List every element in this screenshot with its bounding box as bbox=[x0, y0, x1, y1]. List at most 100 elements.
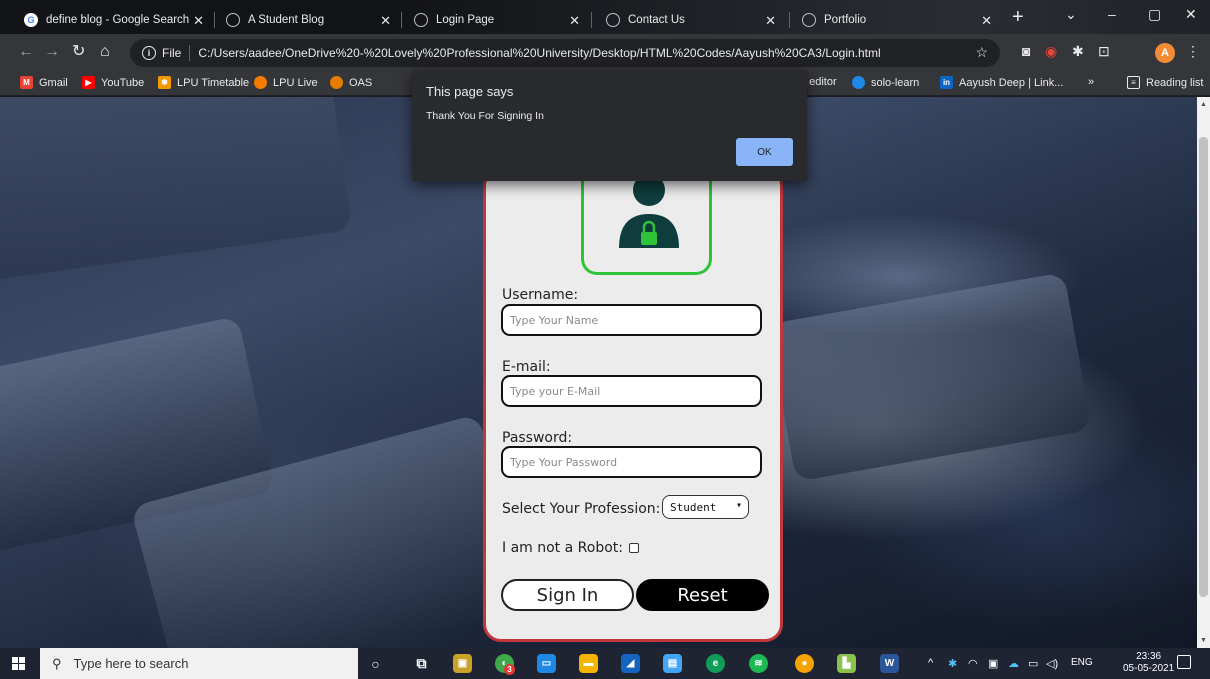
password-input[interactable] bbox=[501, 446, 762, 478]
cast-icon[interactable]: ⊡ bbox=[1098, 43, 1110, 60]
taskbar-search-placeholder: Type here to search bbox=[73, 656, 189, 671]
bookmark-label: Aayush Deep | Link... bbox=[959, 76, 1064, 89]
profile-avatar[interactable]: A bbox=[1155, 43, 1175, 63]
bookmark-lpu-timetable[interactable]: ✱ LPU Timetable bbox=[158, 76, 249, 89]
spotify-icon[interactable]: ≋ bbox=[749, 654, 768, 673]
windows-start-icon[interactable] bbox=[12, 657, 25, 670]
bookmark-star-icon[interactable]: ☆ bbox=[975, 44, 988, 61]
profession-select[interactable]: Student ▾ bbox=[662, 495, 749, 519]
tab-title: A Student Blog bbox=[248, 14, 325, 26]
taskbar-search[interactable]: ⚲ Type here to search bbox=[40, 648, 358, 679]
store-icon[interactable]: ▣ bbox=[453, 654, 472, 673]
tab-login-page[interactable]: Login Page ✕ bbox=[404, 6, 590, 34]
linkedin-icon: in bbox=[940, 76, 953, 89]
more-bookmarks-label: » bbox=[1088, 76, 1095, 88]
tray-chevron-icon[interactable]: ^ bbox=[928, 657, 933, 669]
dialog-ok-button[interactable]: OK bbox=[736, 138, 793, 166]
bookmark-linkedin[interactable]: in Aayush Deep | Link... bbox=[940, 76, 1063, 89]
minimize-icon[interactable]: – bbox=[1108, 6, 1116, 22]
close-icon[interactable]: ✕ bbox=[569, 13, 580, 29]
username-input[interactable] bbox=[501, 304, 762, 336]
app-icon[interactable]: ◢ bbox=[621, 654, 640, 673]
notification-badge: 3 bbox=[504, 664, 515, 675]
user-lock-icon bbox=[619, 174, 679, 248]
bluetooth-icon[interactable]: ✱ bbox=[948, 657, 957, 670]
new-tab-icon[interactable]: + bbox=[1012, 7, 1024, 27]
word-icon[interactable]: W bbox=[880, 654, 899, 673]
close-icon[interactable]: ✕ bbox=[380, 13, 391, 29]
extension-icon[interactable]: ◉ bbox=[1045, 43, 1057, 60]
extensions-puzzle-icon[interactable]: ✱ bbox=[1072, 43, 1084, 60]
tab-title: Contact Us bbox=[628, 14, 685, 26]
bookmark-editor[interactable]: f editor bbox=[803, 76, 837, 88]
reading-list-button[interactable]: ≡ Reading list bbox=[1127, 76, 1203, 89]
sign-in-button[interactable]: Sign In bbox=[501, 579, 634, 611]
app-icon[interactable]: ▙ bbox=[837, 654, 856, 673]
volume-icon[interactable]: ◁) bbox=[1046, 657, 1058, 670]
cortana-icon[interactable]: ○ bbox=[366, 654, 385, 673]
gmail-icon: M bbox=[20, 76, 33, 89]
forward-icon[interactable]: → bbox=[44, 42, 60, 62]
task-view-icon[interactable]: ⧉ bbox=[412, 654, 431, 673]
action-center-icon[interactable] bbox=[1177, 655, 1191, 669]
wifi-icon[interactable]: ◠ bbox=[968, 657, 978, 670]
tab-google-search[interactable]: G define blog - Google Search ✕ bbox=[14, 6, 214, 34]
close-icon[interactable]: ✕ bbox=[765, 13, 776, 29]
display-icon[interactable]: ▣ bbox=[988, 657, 998, 670]
bookmark-gmail[interactable]: M Gmail bbox=[20, 76, 68, 89]
lpu-live-icon bbox=[254, 76, 267, 89]
bookmark-youtube[interactable]: ▶ YouTube bbox=[82, 76, 144, 89]
app-icon[interactable]: ▤ bbox=[663, 654, 682, 673]
camera-icon[interactable]: ◙ bbox=[1022, 43, 1030, 59]
windows-taskbar: ⚲ Type here to search ○ ⧉ ▣ ◐ 3 ▭ ▬ ◢ ▤ … bbox=[0, 648, 1210, 679]
chrome-icon[interactable]: ● bbox=[795, 654, 814, 673]
maximize-icon[interactable]: ▢ bbox=[1148, 6, 1161, 23]
password-label: Password: bbox=[502, 430, 573, 446]
scroll-down-icon[interactable]: ▼ bbox=[1200, 637, 1207, 644]
close-icon[interactable]: ✕ bbox=[193, 13, 204, 29]
tab-separator bbox=[401, 12, 402, 28]
tab-portfolio[interactable]: Portfolio ✕ bbox=[792, 6, 1002, 34]
profession-value: Student bbox=[670, 500, 717, 514]
robot-checkbox[interactable] bbox=[628, 543, 639, 553]
battery-icon[interactable]: ▭ bbox=[1028, 657, 1038, 670]
close-window-icon[interactable]: ✕ bbox=[1185, 6, 1197, 23]
scroll-up-icon[interactable]: ▲ bbox=[1200, 101, 1207, 108]
tab-contact-us[interactable]: Contact Us ✕ bbox=[596, 6, 786, 34]
bookmark-lpu-live[interactable]: LPU Live bbox=[254, 76, 318, 89]
tab-search-icon[interactable]: ⌄ bbox=[1065, 6, 1077, 23]
bookmark-solo-learn[interactable]: solo-learn bbox=[852, 76, 919, 89]
address-bar[interactable]: i File C:/Users/aadee/OneDrive%20-%20Lov… bbox=[130, 39, 1000, 67]
tab-student-blog[interactable]: A Student Blog ✕ bbox=[216, 6, 401, 34]
app-icon[interactable]: ▭ bbox=[537, 654, 556, 673]
tab-title: define blog - Google Search bbox=[46, 14, 190, 26]
edge-icon[interactable]: e bbox=[706, 654, 725, 673]
chevron-down-icon: ▾ bbox=[735, 500, 742, 511]
onedrive-icon[interactable]: ☁ bbox=[1008, 657, 1019, 670]
file-explorer-icon[interactable]: ▬ bbox=[579, 654, 598, 673]
tab-separator bbox=[789, 12, 790, 28]
page-scrollbar[interactable]: ▲ ▼ bbox=[1197, 97, 1210, 648]
oas-icon bbox=[330, 76, 343, 89]
home-icon[interactable]: ⌂ bbox=[100, 42, 110, 62]
address-scheme: File bbox=[162, 46, 182, 60]
info-icon[interactable]: i bbox=[142, 46, 156, 60]
taskbar-clock[interactable]: 23:36 05-05-2021 bbox=[1123, 651, 1174, 675]
back-icon[interactable]: ← bbox=[18, 42, 34, 62]
tab-strip: G define blog - Google Search ✕ A Studen… bbox=[0, 0, 1210, 34]
scrollbar-thumb[interactable] bbox=[1199, 137, 1208, 597]
reload-icon[interactable]: ↻ bbox=[72, 42, 85, 62]
email-input[interactable] bbox=[501, 375, 762, 407]
email-label: E-mail: bbox=[502, 359, 551, 375]
bookmark-label: f editor bbox=[803, 76, 837, 88]
close-icon[interactable]: ✕ bbox=[981, 13, 992, 29]
language-indicator[interactable]: ENG bbox=[1071, 657, 1093, 668]
bookmark-oas[interactable]: OAS bbox=[330, 76, 372, 89]
menu-kebab-icon[interactable]: ⋮ bbox=[1186, 43, 1200, 60]
reset-button[interactable]: Reset bbox=[636, 579, 769, 611]
more-bookmarks-button[interactable]: » bbox=[1088, 76, 1094, 88]
globe-icon bbox=[606, 13, 620, 27]
google-icon: G bbox=[24, 13, 38, 27]
address-url: C:/Users/aadee/OneDrive%20-%20Lovely%20P… bbox=[198, 46, 881, 60]
lpu-icon: ✱ bbox=[158, 76, 171, 89]
